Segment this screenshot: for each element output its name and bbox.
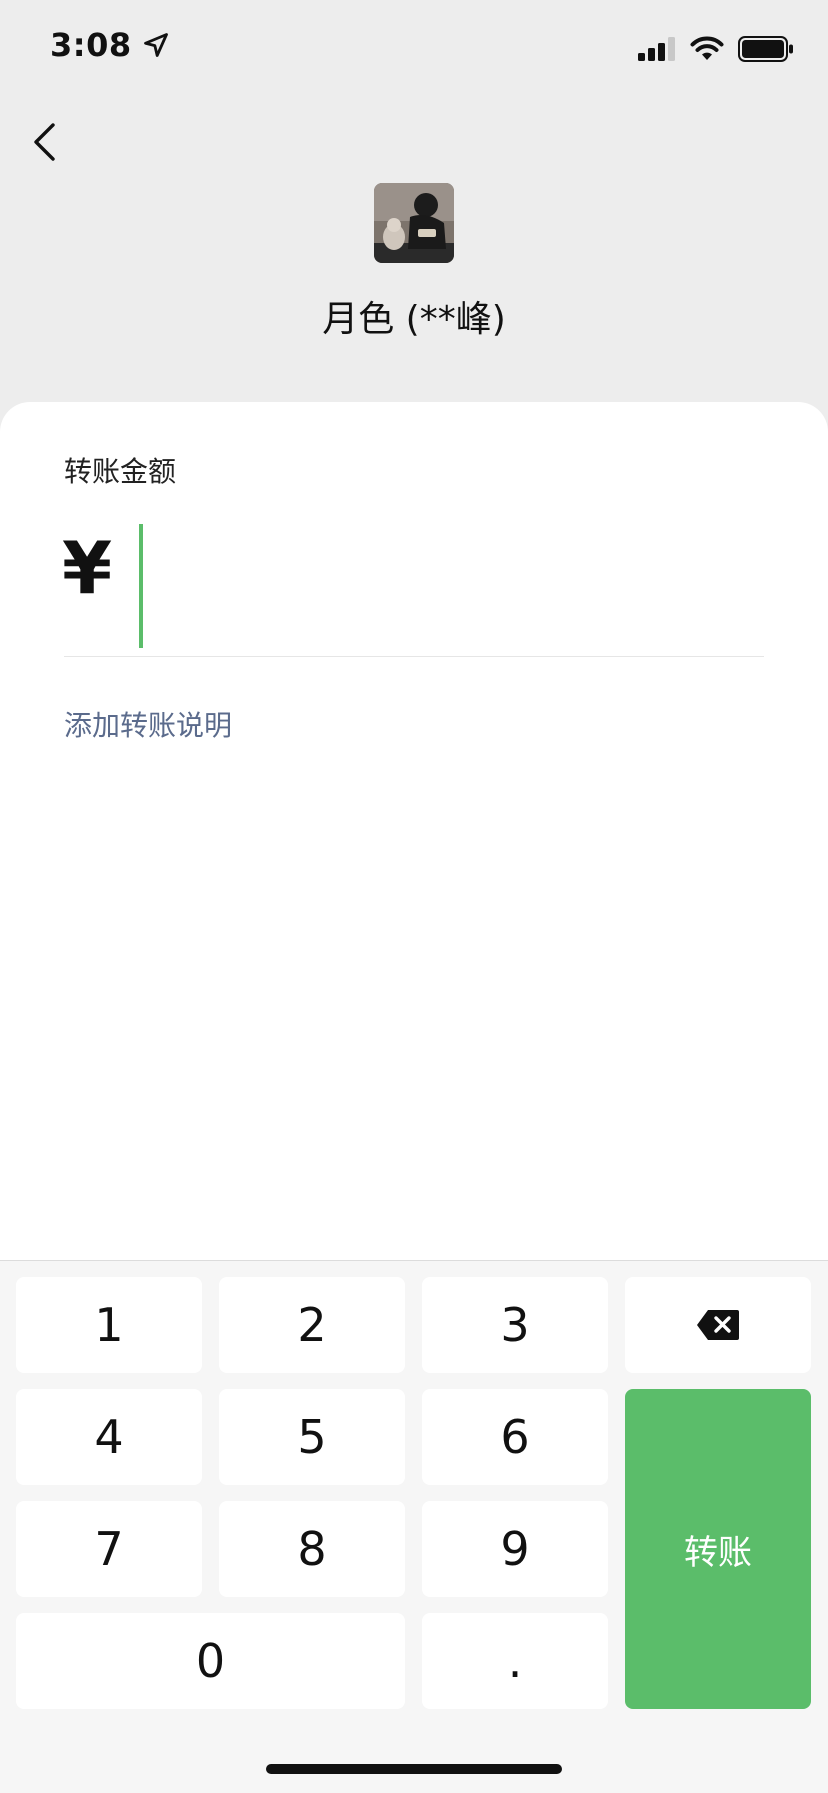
key-7[interactable]: 7 [16, 1501, 202, 1597]
key-2[interactable]: 2 [219, 1277, 405, 1373]
key-decimal[interactable]: . [422, 1613, 608, 1709]
cellular-signal-icon [638, 37, 675, 61]
key-0[interactable]: 0 [16, 1613, 405, 1709]
transfer-submit-button[interactable]: 转账 [625, 1389, 811, 1709]
key-9[interactable]: 9 [422, 1501, 608, 1597]
status-bar: 3:08 [0, 0, 828, 100]
add-note-link[interactable]: 添加转账说明 [64, 704, 232, 744]
text-cursor [139, 524, 143, 648]
avatar-photo [374, 183, 454, 263]
status-time-text: 3:08 [50, 26, 132, 64]
key-5[interactable]: 5 [219, 1389, 405, 1485]
back-button[interactable] [26, 116, 62, 168]
home-indicator[interactable] [266, 1764, 562, 1774]
recipient-avatar [374, 183, 454, 263]
key-1[interactable]: 1 [16, 1277, 202, 1373]
transfer-card: 转账金额 ¥ 添加转账说明 [0, 402, 828, 1260]
key-4[interactable]: 4 [16, 1389, 202, 1485]
chevron-left-icon [34, 123, 55, 161]
key-6[interactable]: 6 [422, 1389, 608, 1485]
delete-key[interactable] [625, 1277, 811, 1373]
recipient-name: 月色 (**峰) [322, 299, 506, 340]
status-time: 3:08 [50, 26, 170, 64]
currency-symbol: ¥ [62, 526, 113, 610]
amount-divider [64, 656, 764, 657]
location-arrow-icon [143, 33, 168, 57]
status-icons [638, 36, 794, 62]
battery-icon [738, 36, 793, 62]
amount-label: 转账金额 [64, 455, 177, 488]
wifi-icon [690, 36, 724, 60]
key-8[interactable]: 8 [219, 1501, 405, 1597]
backspace-icon [697, 1310, 739, 1340]
amount-input[interactable] [130, 520, 750, 616]
key-3[interactable]: 3 [422, 1277, 608, 1373]
numeric-keypad: 1 2 3 4 5 6 7 8 9 0 . 转账 [0, 1260, 828, 1793]
